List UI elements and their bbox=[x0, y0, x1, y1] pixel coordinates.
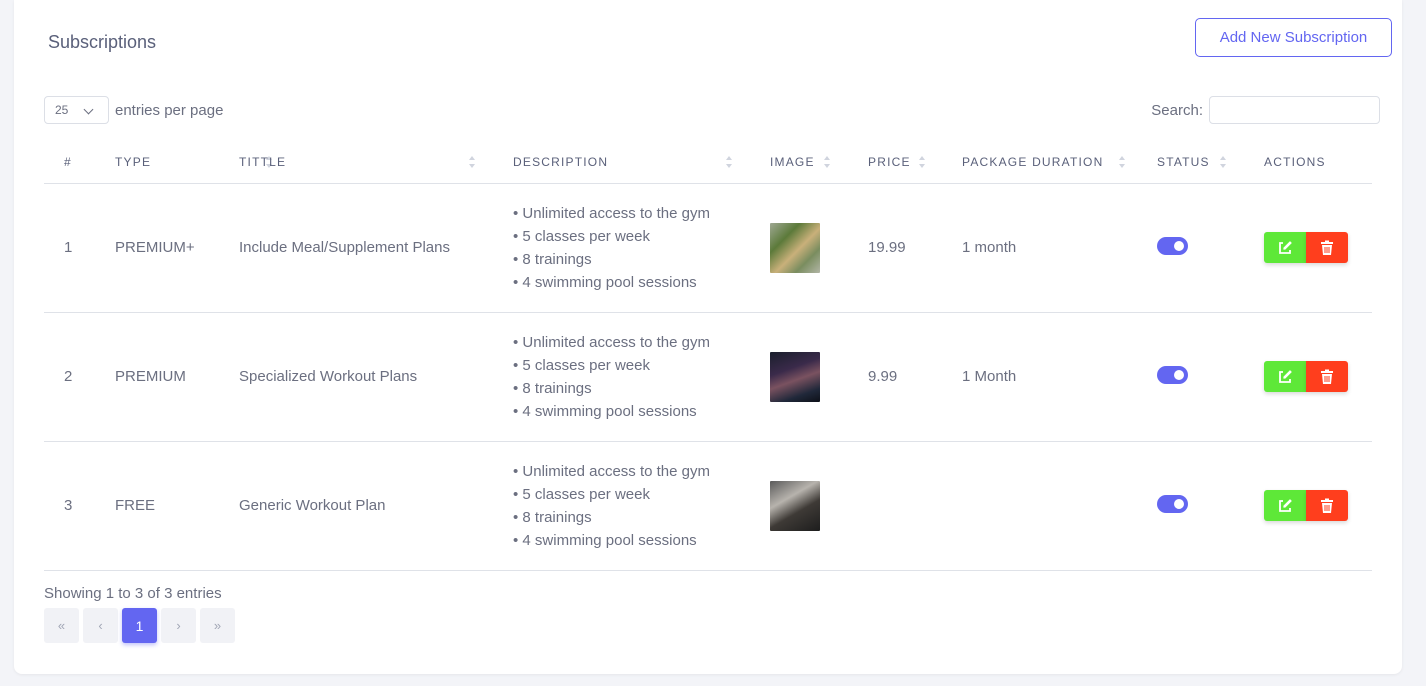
row-number: 2 bbox=[44, 312, 115, 442]
entries-per-page-select[interactable]: 25 bbox=[44, 96, 109, 124]
status-toggle[interactable] bbox=[1157, 236, 1188, 255]
row-type: PREMIUM+ bbox=[115, 183, 239, 313]
row-image-cell bbox=[770, 312, 868, 442]
sort-icon bbox=[469, 156, 475, 170]
subscriptions-card: Subscriptions Add New Subscription 25 en… bbox=[14, 0, 1402, 674]
description-line: • 5 classes per week bbox=[513, 227, 650, 245]
sort-icon bbox=[919, 156, 925, 170]
col-header-number[interactable]: # bbox=[44, 142, 115, 184]
row-duration: 1 month bbox=[962, 183, 1157, 313]
subscriptions-table: # TYPE TITTLE DESCRIPTION IMAGE PRICE PA… bbox=[44, 142, 1372, 571]
description-line: • Unlimited access to the gym bbox=[513, 204, 710, 222]
sort-icon bbox=[1220, 156, 1226, 170]
description-line: • 4 swimming pool sessions bbox=[513, 402, 697, 420]
row-actions bbox=[1264, 312, 1372, 442]
trash-icon bbox=[1321, 369, 1333, 384]
col-header-price[interactable]: PRICE bbox=[868, 142, 962, 184]
col-header-image[interactable]: IMAGE bbox=[770, 142, 868, 184]
row-status-cell bbox=[1157, 441, 1264, 571]
col-header-status[interactable]: STATUS bbox=[1157, 142, 1264, 184]
row-title: Generic Workout Plan bbox=[239, 441, 513, 571]
row-description: • Unlimited access to the gym • 5 classe… bbox=[513, 312, 770, 442]
edit-icon bbox=[1279, 498, 1292, 512]
row-actions bbox=[1264, 183, 1372, 313]
add-subscription-button[interactable]: Add New Subscription bbox=[1195, 18, 1392, 57]
search-control: Search: bbox=[1151, 96, 1380, 124]
description-line: • 4 swimming pool sessions bbox=[513, 273, 697, 291]
edit-button[interactable] bbox=[1264, 490, 1306, 521]
row-price: 9.99 bbox=[868, 312, 962, 442]
description-line: • 8 trainings bbox=[513, 250, 592, 268]
col-header-actions: ACTIONS bbox=[1264, 142, 1372, 184]
row-title: Specialized Workout Plans bbox=[239, 312, 513, 442]
search-input[interactable] bbox=[1209, 96, 1380, 124]
description-line: • Unlimited access to the gym bbox=[513, 333, 710, 351]
chevron-down-icon bbox=[83, 104, 94, 115]
row-image-cell bbox=[770, 183, 868, 313]
description-line: • 8 trainings bbox=[513, 379, 592, 397]
sort-icon bbox=[1119, 156, 1125, 170]
col-header-title[interactable]: TITTLE bbox=[239, 142, 513, 184]
table-info: Showing 1 to 3 of 3 entries bbox=[44, 585, 222, 602]
col-header-package-duration[interactable]: PACKAGE DURATION bbox=[962, 142, 1157, 184]
pagination-next[interactable]: › bbox=[161, 608, 196, 643]
delete-button[interactable] bbox=[1306, 361, 1348, 392]
subscription-image bbox=[770, 351, 820, 402]
col-header-description[interactable]: DESCRIPTION bbox=[513, 142, 770, 184]
pagination-prev[interactable]: ‹ bbox=[83, 608, 118, 643]
delete-button[interactable] bbox=[1306, 232, 1348, 263]
row-status-cell bbox=[1157, 312, 1264, 442]
row-status-cell bbox=[1157, 183, 1264, 313]
pagination-page-1[interactable]: 1 bbox=[122, 608, 157, 643]
row-price bbox=[868, 441, 962, 571]
page-title: Subscriptions bbox=[48, 32, 157, 52]
row-price: 19.99 bbox=[868, 183, 962, 313]
row-description: • Unlimited access to the gym • 5 classe… bbox=[513, 441, 770, 571]
row-actions bbox=[1264, 441, 1372, 571]
table-row: 1 PREMIUM+ Include Meal/Supplement Plans… bbox=[44, 183, 1372, 313]
description-line: • Unlimited access to the gym bbox=[513, 462, 710, 480]
row-type: FREE bbox=[115, 441, 239, 571]
pagination: « ‹ 1 › » bbox=[44, 608, 235, 643]
pagination-last[interactable]: » bbox=[200, 608, 235, 643]
row-description: • Unlimited access to the gym • 5 classe… bbox=[513, 183, 770, 313]
edit-icon bbox=[1279, 369, 1292, 383]
description-line: • 5 classes per week bbox=[513, 485, 650, 503]
trash-icon bbox=[1321, 498, 1333, 513]
status-toggle[interactable] bbox=[1157, 365, 1188, 384]
edit-button[interactable] bbox=[1264, 232, 1306, 263]
table-row: 2 PREMIUM Specialized Workout Plans • Un… bbox=[44, 312, 1372, 442]
entries-per-page-label: entries per page bbox=[115, 101, 224, 119]
row-type: PREMIUM bbox=[115, 312, 239, 442]
subscription-image bbox=[770, 222, 820, 273]
description-line: • 8 trainings bbox=[513, 508, 592, 526]
row-number: 1 bbox=[44, 183, 115, 313]
description-line: • 5 classes per week bbox=[513, 356, 650, 374]
pagination-first[interactable]: « bbox=[44, 608, 79, 643]
row-number: 3 bbox=[44, 441, 115, 571]
search-label: Search: bbox=[1151, 101, 1203, 119]
col-header-type[interactable]: TYPE bbox=[115, 142, 272, 184]
table-header-row: # TYPE TITTLE DESCRIPTION IMAGE PRICE PA… bbox=[44, 142, 1372, 184]
delete-button[interactable] bbox=[1306, 490, 1348, 521]
table-row: 3 FREE Generic Workout Plan • Unlimited … bbox=[44, 441, 1372, 571]
row-duration: 1 Month bbox=[962, 312, 1157, 442]
status-toggle[interactable] bbox=[1157, 494, 1188, 513]
sort-icon bbox=[824, 156, 830, 170]
sort-icon bbox=[726, 156, 732, 170]
entries-per-page-value: 25 bbox=[55, 103, 69, 117]
row-title: Include Meal/Supplement Plans bbox=[239, 183, 513, 313]
row-image-cell bbox=[770, 441, 868, 571]
description-line: • 4 swimming pool sessions bbox=[513, 531, 697, 549]
edit-button[interactable] bbox=[1264, 361, 1306, 392]
subscription-image bbox=[770, 480, 820, 531]
row-duration bbox=[962, 441, 1157, 571]
edit-icon bbox=[1279, 240, 1292, 254]
trash-icon bbox=[1321, 240, 1333, 255]
entries-length-control: 25 entries per page bbox=[44, 96, 223, 124]
